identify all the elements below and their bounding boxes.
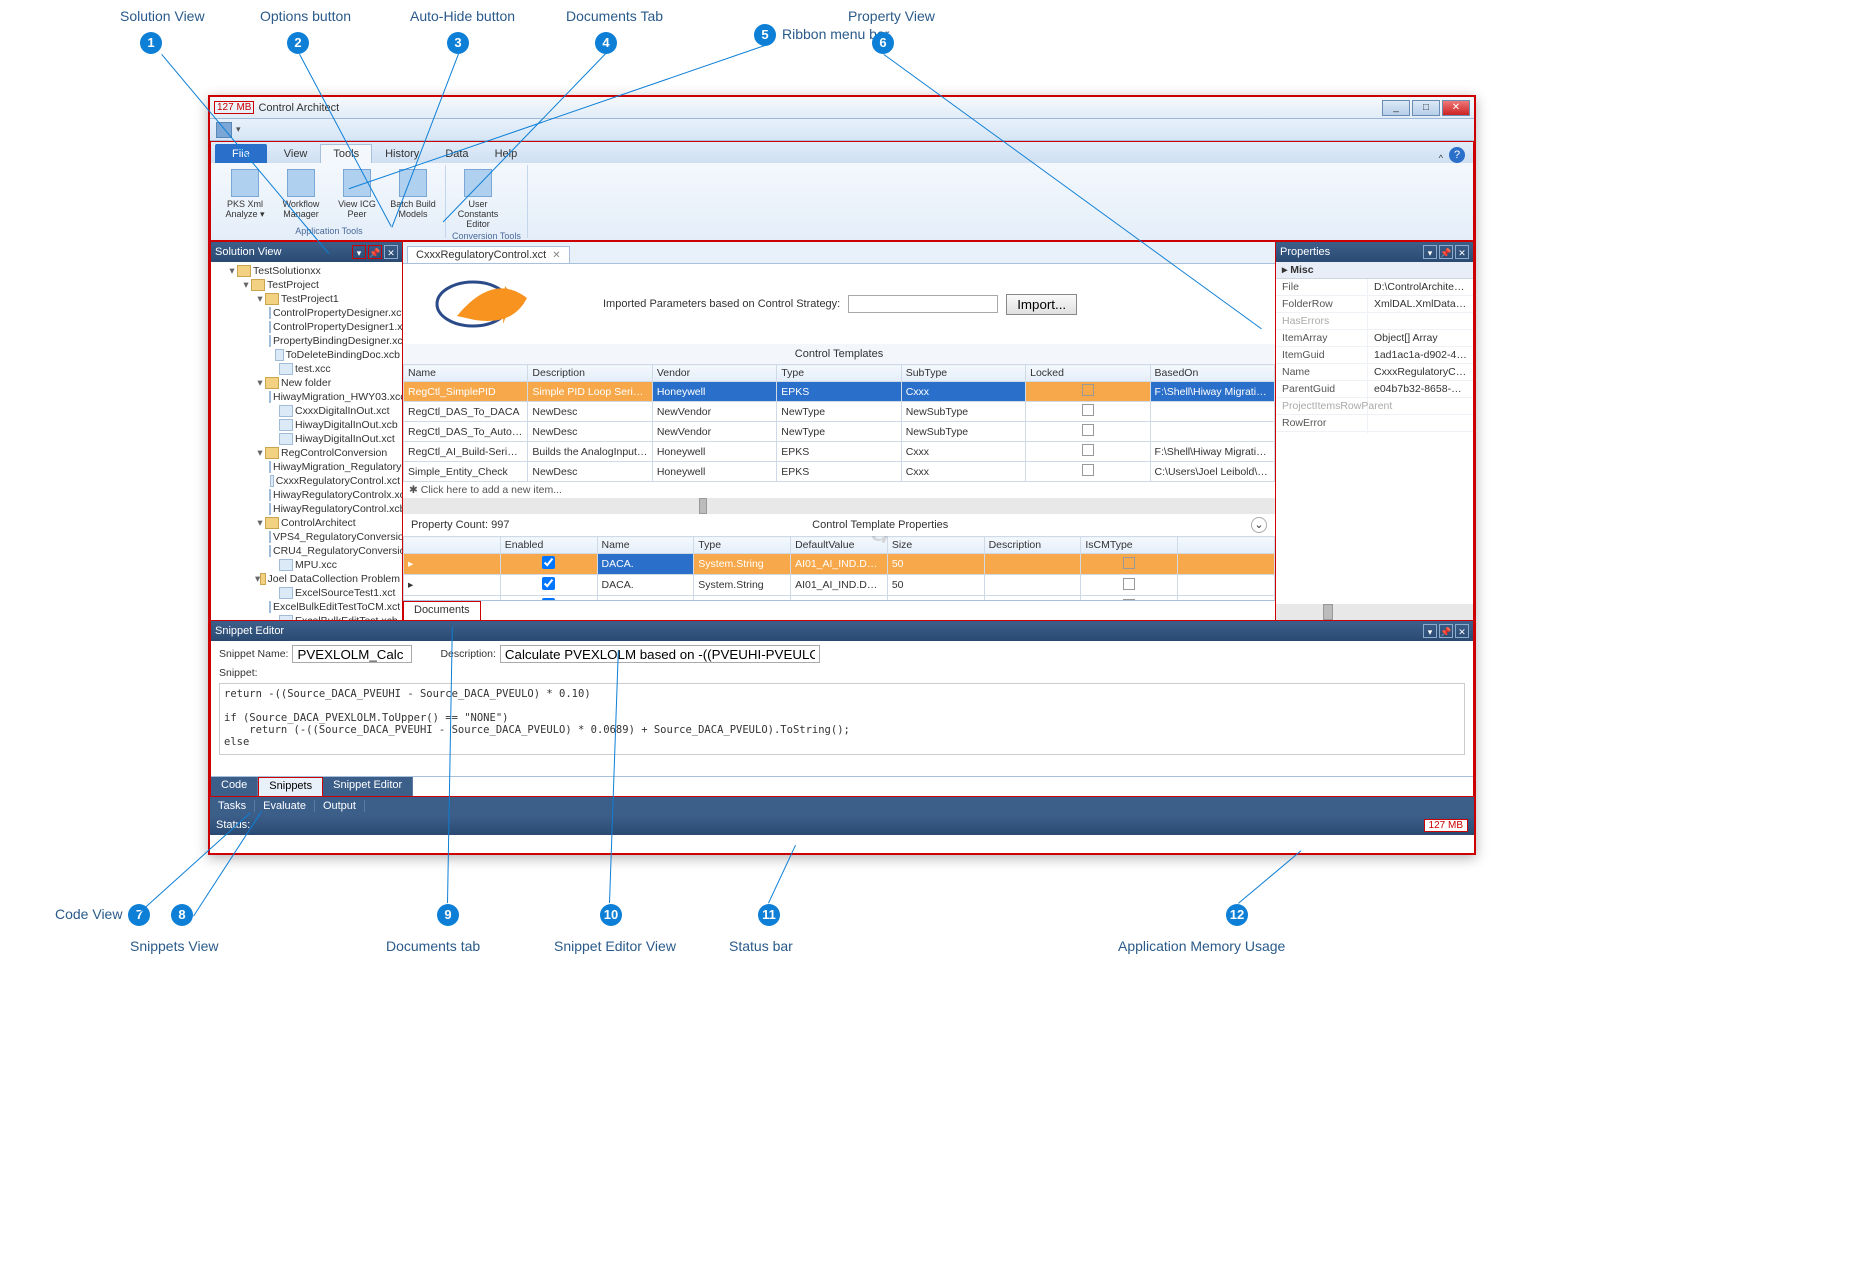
document-tab-label: CxxxRegulatoryControl.xct <box>416 249 546 261</box>
snippet-bottom-tabs: Code Snippets Snippet Editor <box>211 776 1473 796</box>
properties-panel: Properties ▾ 📌 ✕ ▸ Misc FileD:\ControlAr… <box>1276 241 1474 621</box>
logo-icon <box>423 276 563 332</box>
tasks-tab[interactable]: Tasks <box>210 800 255 812</box>
snippet-body: Snippet Name: Description: Snippet: retu… <box>211 641 1473 776</box>
qat-dropdown-icon[interactable]: ▾ <box>236 124 241 135</box>
close-panel-button[interactable]: ✕ <box>384 245 398 259</box>
import-button[interactable]: Import... <box>1006 294 1077 315</box>
close-tab-icon[interactable]: ✕ <box>552 250 560 261</box>
properties-options-button[interactable]: ▾ <box>1423 245 1437 259</box>
snippet-editor-panel: Snippet Editor ▾ 📌 ✕ Snippet Name: Descr… <box>210 621 1474 797</box>
snippet-editor-tab[interactable]: Snippet Editor <box>323 777 413 796</box>
user-constants-editor-button[interactable]: User Constants Editor <box>452 167 504 229</box>
property-count-value: 997 <box>491 519 509 531</box>
snippet-code-editor[interactable]: return -((Source_DACA_PVEUHI - Source_DA… <box>219 683 1465 755</box>
property-category[interactable]: ▸ Misc <box>1276 262 1473 279</box>
solution-view-title: Solution View <box>215 246 281 258</box>
snippet-close-button[interactable]: ✕ <box>1455 624 1469 638</box>
ribbon-group-title: Conversion Tools <box>452 229 521 241</box>
template-properties-grid[interactable]: EnabledNameTypeDefaultValueSizeDescripti… <box>403 536 1275 600</box>
import-strategy-input[interactable] <box>848 295 998 313</box>
properties-header: Properties ▾ 📌 ✕ <box>1276 242 1473 262</box>
snippets-tab[interactable]: Snippets <box>258 777 323 796</box>
workflow-manager-button[interactable]: Workflow Manager <box>275 167 327 224</box>
close-button[interactable]: ✕ <box>1442 100 1470 116</box>
ribbon-tab-data[interactable]: Data <box>432 144 481 163</box>
snippet-options-button[interactable]: ▾ <box>1423 624 1437 638</box>
snippet-editor-header: Snippet Editor ▾ 📌 ✕ <box>211 621 1473 641</box>
properties-scrollbar[interactable] <box>1276 604 1473 620</box>
memory-badge-status: 127 MB <box>1424 819 1468 832</box>
ribbon-tab-help[interactable]: Help <box>482 144 531 163</box>
document-bottom-tabs: Documents <box>403 600 1275 620</box>
autohide-button[interactable]: 📌 <box>368 245 382 259</box>
maximize-button[interactable]: □ <box>1412 100 1440 116</box>
snippet-name-input[interactable] <box>292 645 412 663</box>
ribbon-tab-view[interactable]: View <box>271 144 321 163</box>
collapsed-panels-bar: Tasks Evaluate Output <box>210 797 1474 815</box>
properties-title: Properties <box>1280 246 1330 258</box>
help-icon[interactable]: ? <box>1449 147 1465 163</box>
analyze-icon <box>231 169 259 197</box>
document-area: CxxxRegulatoryControl.xct ✕ Imported Par… <box>402 241 1276 621</box>
ribbon-tab-file[interactable]: File <box>215 144 267 163</box>
templates-grid[interactable]: NameDescriptionVendorTypeSubTypeLockedBa… <box>403 364 1275 482</box>
minimize-button[interactable]: _ <box>1382 100 1410 116</box>
snippet-desc-label: Description: <box>440 648 495 660</box>
documents-bottom-tab[interactable]: Documents <box>403 601 481 620</box>
properties-body[interactable]: ▸ Misc FileD:\ControlArchitect TestingFo… <box>1276 262 1473 433</box>
window-title: Control Architect <box>254 102 1380 114</box>
expand-properties-button[interactable]: ⌄ <box>1251 517 1267 533</box>
snippet-body-label: Snippet: <box>219 667 1465 679</box>
status-bar: Status: 127 MB <box>210 815 1474 835</box>
titlebar: 127 MB Control Architect _ □ ✕ <box>210 97 1474 119</box>
import-label: Imported Parameters based on Control Str… <box>603 298 840 310</box>
solution-view-panel: Solution View ▾ 📌 ✕ ▾TestSolutionxx▾Test… <box>210 241 402 621</box>
evaluate-tab[interactable]: Evaluate <box>255 800 315 812</box>
ribbon-group-title: Application Tools <box>219 224 439 236</box>
template-properties-title: Control Template Properties <box>509 519 1251 531</box>
ribbon-tab-tools[interactable]: Tools <box>320 144 372 163</box>
templates-scrollbar[interactable] <box>403 498 1275 514</box>
ribbon-body: PKS Xml Analyze ▾ Workflow Manager View … <box>210 163 1474 241</box>
quick-access-toolbar: ▾ <box>210 119 1474 141</box>
properties-close-button[interactable]: ✕ <box>1455 245 1469 259</box>
document-tab[interactable]: CxxxRegulatoryControl.xct ✕ <box>407 246 570 263</box>
snippet-desc-input[interactable] <box>500 645 820 663</box>
document-header: Imported Parameters based on Control Str… <box>403 264 1275 344</box>
options-button[interactable]: ▾ <box>352 245 366 259</box>
templates-title: Control Templates <box>403 344 1275 364</box>
workflow-icon <box>287 169 315 197</box>
memory-badge-top: 127 MB <box>214 101 254 114</box>
solution-view-header: Solution View ▾ 📌 ✕ <box>211 242 402 262</box>
add-item-row[interactable]: ✱ Click here to add a new item... <box>403 482 1275 498</box>
snippet-editor-title: Snippet Editor <box>215 625 284 637</box>
property-count-label: Property Count: <box>411 519 488 531</box>
ribbon-tabs: File View Tools History Data Help ^ ? <box>210 141 1474 163</box>
snippet-name-label: Snippet Name: <box>219 648 288 660</box>
status-label: Status: <box>216 819 250 831</box>
ribbon-collapse-icon[interactable]: ^ <box>1439 153 1443 163</box>
document-tabs: CxxxRegulatoryControl.xct ✕ <box>403 242 1275 264</box>
snippet-autohide-button[interactable]: 📌 <box>1439 624 1453 638</box>
solution-tree[interactable]: ▾TestSolutionxx▾TestProject▾TestProject1… <box>211 262 402 620</box>
code-tab[interactable]: Code <box>211 777 258 796</box>
output-tab[interactable]: Output <box>315 800 365 812</box>
properties-autohide-button[interactable]: 📌 <box>1439 245 1453 259</box>
